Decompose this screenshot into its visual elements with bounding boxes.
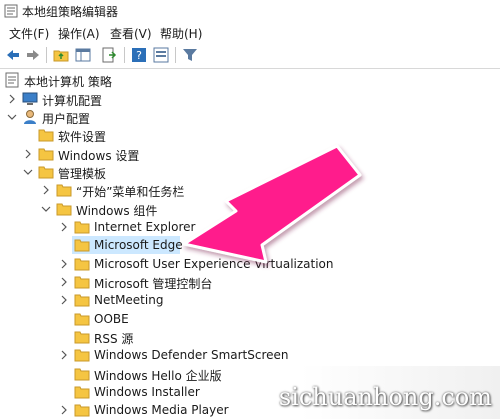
watermark-text: sichuanhong.com: [278, 383, 492, 411]
annotation-arrow: [182, 144, 362, 264]
